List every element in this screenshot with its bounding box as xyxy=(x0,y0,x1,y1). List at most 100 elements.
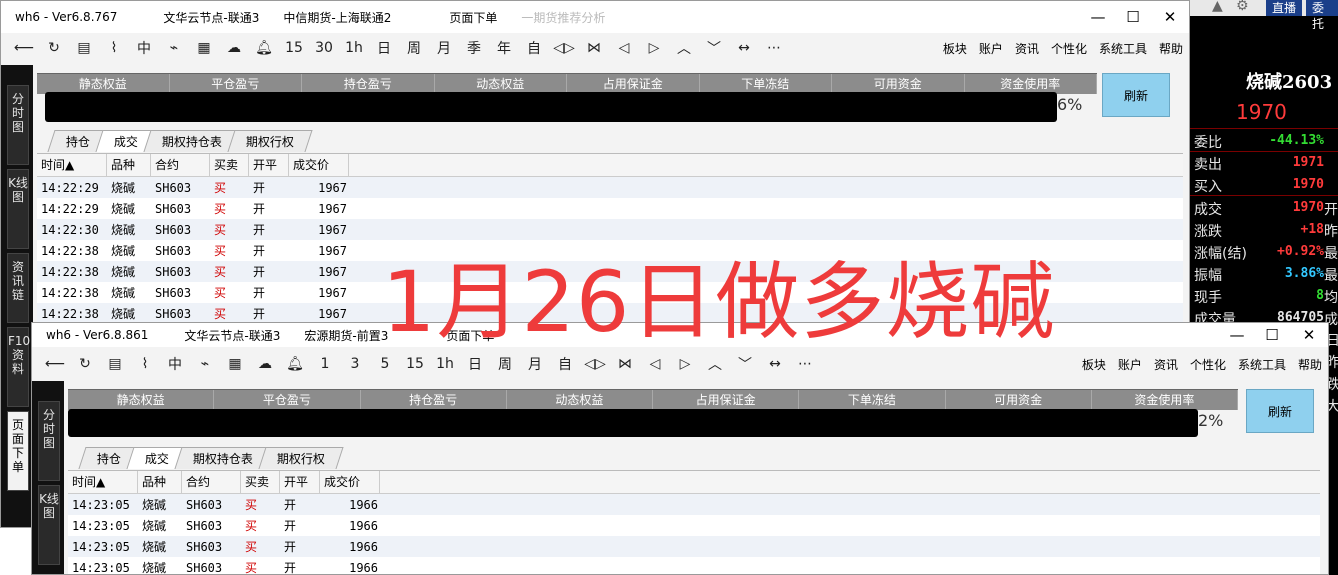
table-row[interactable]: 14:22:29 烧碱 SH603 买开 1967 xyxy=(37,177,1183,198)
user-icon[interactable]: ▲ xyxy=(1212,0,1223,14)
side-tab-timeshare[interactable]: 分时图 xyxy=(7,85,29,165)
cloud-sync-icon[interactable]: ☁ xyxy=(219,40,249,56)
header-time[interactable]: 时间▲ xyxy=(37,153,107,177)
table-row[interactable]: 14:23:05 烧碱 SH603 买开 1966 xyxy=(68,536,1320,557)
menu-sector[interactable]: 板块 xyxy=(1082,356,1106,373)
period-30[interactable]: 30 xyxy=(309,40,339,56)
period-15[interactable]: 15 xyxy=(279,40,309,56)
header-open-close[interactable]: 开平 xyxy=(280,470,320,494)
menu-help[interactable]: 帮助 xyxy=(1159,40,1183,57)
line-chart-icon[interactable]: ⌇ xyxy=(130,356,160,372)
menu-help[interactable]: 帮助 xyxy=(1298,356,1322,373)
header-open-close[interactable]: 开平 xyxy=(249,153,289,177)
order-button[interactable]: 委托 xyxy=(1306,0,1338,31)
prev-icon[interactable]: ◁ xyxy=(609,40,639,56)
menu-sector[interactable]: 板块 xyxy=(943,40,967,57)
period-month[interactable]: 月 xyxy=(429,38,459,58)
cloud-sync-icon[interactable]: ☁ xyxy=(250,356,280,372)
live-button[interactable]: 直播 xyxy=(1266,0,1303,16)
refresh-button[interactable]: 刷新 xyxy=(1246,389,1314,433)
header-contract[interactable]: 合约 xyxy=(182,470,241,494)
table-row[interactable]: 14:22:29 烧碱 SH603 买开 1967 xyxy=(37,198,1183,219)
period-week[interactable]: 周 xyxy=(490,354,520,374)
menu-news[interactable]: 资讯 xyxy=(1015,40,1039,57)
down-icon[interactable]: ﹀ xyxy=(730,354,760,374)
menu-news[interactable]: 资讯 xyxy=(1154,356,1178,373)
header-product[interactable]: 品种 xyxy=(138,470,182,494)
list-icon[interactable]: ▤ xyxy=(69,40,99,56)
split-icon[interactable]: ↔ xyxy=(729,40,759,56)
next-icon[interactable]: ▷ xyxy=(639,40,669,56)
table-row[interactable]: 14:23:05 烧碱 SH603 买开 1966 xyxy=(68,515,1320,536)
menu-account[interactable]: 账户 xyxy=(979,40,1003,57)
refresh-icon[interactable]: ↻ xyxy=(39,40,69,56)
collapse-icon[interactable]: ⋈ xyxy=(579,40,609,56)
prev-icon[interactable]: ◁ xyxy=(640,356,670,372)
down-icon[interactable]: ﹀ xyxy=(699,38,729,58)
side-tab-kline[interactable]: K线图 xyxy=(7,169,29,249)
maximize-icon[interactable]: ☐ xyxy=(1253,323,1291,347)
table-row[interactable]: 14:23:05 烧碱 SH603 买开 1966 xyxy=(68,494,1320,515)
grid-icon[interactable]: ▦ xyxy=(189,40,219,56)
maximize-icon[interactable]: ☐ xyxy=(1114,1,1152,33)
header-price[interactable]: 成交价 xyxy=(320,470,380,494)
period-1h[interactable]: 1h xyxy=(430,356,460,372)
period-5[interactable]: 5 xyxy=(370,356,400,372)
header-contract[interactable]: 合约 xyxy=(151,153,210,177)
period-custom[interactable]: 自 xyxy=(519,38,549,58)
bell-icon[interactable]: 🔔︎ xyxy=(249,40,279,56)
period-1h[interactable]: 1h xyxy=(339,40,369,56)
close-icon[interactable]: ✕ xyxy=(1290,323,1328,347)
title-bar[interactable]: wh6 - Ver6.8.767 文华云节点-联通3 中信期货-上海联通2 页面… xyxy=(1,1,1189,33)
split-icon[interactable]: ↔ xyxy=(760,356,790,372)
up-icon[interactable]: ︿ xyxy=(669,38,699,58)
candle-icon[interactable]: 中 xyxy=(129,38,159,58)
candle-icon[interactable]: 中 xyxy=(160,354,190,374)
period-custom[interactable]: 自 xyxy=(550,354,580,374)
list-icon[interactable]: ▤ xyxy=(100,356,130,372)
period-quarter[interactable]: 季 xyxy=(459,38,489,58)
back-icon[interactable]: ⟵ xyxy=(40,356,70,372)
next-icon[interactable]: ▷ xyxy=(670,356,700,372)
zoom-icon[interactable]: ◁▷ xyxy=(549,40,579,56)
bell-icon[interactable]: 🔔︎ xyxy=(280,356,310,372)
side-tab-kline[interactable]: K线图 xyxy=(38,485,60,565)
period-month[interactable]: 月 xyxy=(520,354,550,374)
menu-system-tools[interactable]: 系统工具 xyxy=(1099,40,1147,57)
tab-option-exercise[interactable]: 期权行权 xyxy=(258,447,344,469)
zoom-icon[interactable]: ◁▷ xyxy=(580,356,610,372)
grid-icon[interactable]: ▦ xyxy=(220,356,250,372)
header-direction[interactable]: 买卖 xyxy=(241,470,280,494)
period-year[interactable]: 年 xyxy=(489,38,519,58)
menu-system-tools[interactable]: 系统工具 xyxy=(1238,356,1286,373)
period-week[interactable]: 周 xyxy=(399,38,429,58)
period-day[interactable]: 日 xyxy=(460,354,490,374)
header-product[interactable]: 品种 xyxy=(107,153,151,177)
close-icon[interactable]: ✕ xyxy=(1151,1,1189,33)
menu-personalize[interactable]: 个性化 xyxy=(1190,356,1226,373)
back-icon[interactable]: ⟵ xyxy=(9,40,39,56)
minimize-icon[interactable]: — xyxy=(1218,323,1256,347)
wave-icon[interactable]: ⌁ xyxy=(159,40,189,56)
menu-account[interactable]: 账户 xyxy=(1118,356,1142,373)
header-price[interactable]: 成交价 xyxy=(289,153,349,177)
period-3[interactable]: 3 xyxy=(340,356,370,372)
side-tab-f10[interactable]: F10资料 xyxy=(7,327,30,407)
period-1[interactable]: 1 xyxy=(310,356,340,372)
side-tab-timeshare[interactable]: 分时图 xyxy=(38,401,60,481)
more-icon[interactable]: ⋯ xyxy=(790,356,820,372)
collapse-icon[interactable]: ⋈ xyxy=(610,356,640,372)
header-time[interactable]: 时间▲ xyxy=(68,470,138,494)
period-15[interactable]: 15 xyxy=(400,356,430,372)
tab-option-exercise[interactable]: 期权行权 xyxy=(227,130,313,152)
refresh-icon[interactable]: ↻ xyxy=(70,356,100,372)
table-row[interactable]: 14:23:05 烧碱 SH603 买开 1966 xyxy=(68,557,1320,575)
more-icon[interactable]: ⋯ xyxy=(759,40,789,56)
line-chart-icon[interactable]: ⌇ xyxy=(99,40,129,56)
minimize-icon[interactable]: — xyxy=(1079,1,1117,33)
table-row[interactable]: 14:22:30 烧碱 SH603 买开 1967 xyxy=(37,219,1183,240)
tab-option-positions[interactable]: 期权持仓表 xyxy=(174,447,272,469)
refresh-button[interactable]: 刷新 xyxy=(1102,73,1170,117)
menu-personalize[interactable]: 个性化 xyxy=(1051,40,1087,57)
period-day[interactable]: 日 xyxy=(369,38,399,58)
